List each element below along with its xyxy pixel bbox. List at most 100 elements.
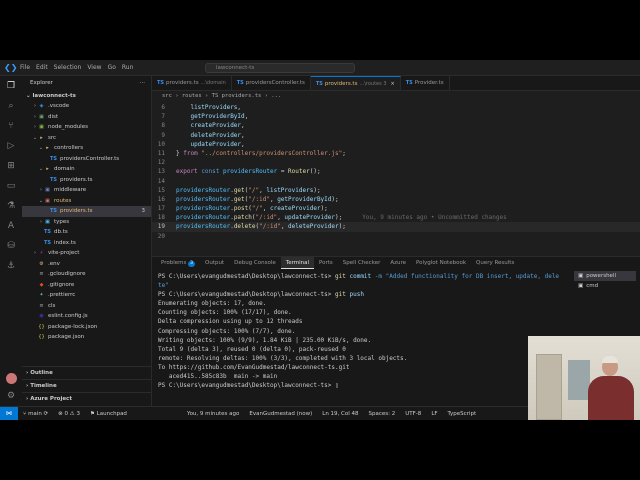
- code-line: 11} from "../controllers/providersContro…: [152, 149, 640, 158]
- tree-item-label: .prettierrc: [48, 292, 76, 298]
- panel-tab-problems[interactable]: Problems 3: [156, 257, 200, 269]
- eol-status[interactable]: LF: [426, 411, 442, 417]
- terminal-output[interactable]: PS C:\Users\evangudmestad\Desktop\lawcon…: [158, 272, 574, 402]
- tree-file[interactable]: TS providersController.ts: [22, 154, 151, 165]
- account-avatar[interactable]: [5, 373, 17, 384]
- live-share-status[interactable]: EvanGudmestad (now): [244, 411, 317, 417]
- language-status[interactable]: TypeScript: [443, 411, 482, 417]
- menu-item-edit[interactable]: Edit: [36, 64, 48, 71]
- timeline-section[interactable]: › Timeline: [22, 379, 151, 392]
- tree-folder[interactable]: › ▣ middleware: [22, 185, 151, 196]
- tree-folder[interactable]: ⌄ ▸ controllers: [22, 143, 151, 154]
- search-icon[interactable]: ⌕: [5, 100, 17, 112]
- menu-item-view[interactable]: View: [87, 64, 101, 71]
- launchpad-status[interactable]: ⚑ Launchpad: [85, 411, 132, 417]
- webcam-door: [536, 354, 562, 420]
- more-actions-icon[interactable]: ···: [140, 76, 145, 91]
- mw-icon: ▣: [45, 187, 50, 193]
- close-tab-icon[interactable]: ×: [391, 77, 395, 91]
- tree-folder[interactable]: ⌄ ▸ src: [22, 133, 151, 144]
- panel-tab-output[interactable]: Output: [200, 257, 229, 269]
- line-number: 15: [157, 186, 165, 194]
- explorer-icon[interactable]: ❐: [5, 80, 17, 92]
- tree-file[interactable]: ◆ .gitignore: [22, 280, 151, 291]
- code-text: deleteProvider,: [190, 131, 245, 139]
- tree-file[interactable]: ≡ .gcloudignore: [22, 269, 151, 280]
- tree-file[interactable]: ⚙ .env: [22, 259, 151, 270]
- eslint-icon: ◉: [39, 313, 44, 319]
- terminal-instance-label: powershell: [586, 273, 616, 279]
- tree-file[interactable]: TS index.ts: [22, 238, 151, 249]
- tree-folder[interactable]: ⌄ ▸ domain: [22, 164, 151, 175]
- tree-folder[interactable]: › ▣ types: [22, 217, 151, 228]
- tree-folder[interactable]: › ▣ node_modules: [22, 122, 151, 133]
- breadcrumb[interactable]: src › routes › TS providers.ts › ...: [152, 91, 640, 101]
- command-center-search[interactable]: lawconnect-ts: [205, 63, 355, 73]
- panel-tab-ports[interactable]: Ports: [314, 257, 338, 269]
- problem-count-badge: 3: [141, 208, 146, 214]
- tree-file[interactable]: ≡ cls: [22, 301, 151, 312]
- tree-folder[interactable]: › ◈ .vscode: [22, 101, 151, 112]
- tree-item-label: .env: [48, 260, 60, 267]
- tree-file[interactable]: {} package-lock.json: [22, 322, 151, 333]
- explorer-title: Explorer: [30, 80, 53, 86]
- remote-indicator-icon[interactable]: ⋈: [0, 406, 18, 420]
- tree-folder[interactable]: › ▣ dist: [22, 112, 151, 123]
- tree-file[interactable]: TS providers.ts 3: [22, 206, 151, 217]
- panel-tab-query-results[interactable]: Query Results: [471, 257, 519, 269]
- branch-status[interactable]: ⑂ main ⟳: [18, 411, 53, 417]
- tree-file[interactable]: TS providers.ts: [22, 175, 151, 186]
- panel-tab-polyglot-notebook[interactable]: Polyglot Notebook: [411, 257, 471, 269]
- code-line: 7 getProviderById,: [152, 112, 640, 121]
- azure-project-label: Azure Project: [30, 396, 72, 402]
- problems-status[interactable]: ⊗ 0 ⚠ 3: [53, 411, 85, 417]
- tree-folder[interactable]: ⌄ ▣ routes: [22, 196, 151, 207]
- outline-section[interactable]: › Outline: [22, 366, 151, 379]
- cursor-position[interactable]: Ln 19, Col 48: [317, 411, 363, 417]
- panel-tab-terminal[interactable]: Terminal: [280, 257, 315, 269]
- pret-icon: ✦: [39, 292, 44, 298]
- code-text: getProviderById,: [190, 113, 249, 121]
- encoding-status[interactable]: UTF-8: [400, 411, 426, 417]
- testing-icon[interactable]: ⚗: [5, 200, 17, 212]
- typescript-file-icon: TS: [315, 80, 323, 87]
- activity-bar: ❐ ⌕ ⑂ ▷ ⊞ ▭ ⚗ A ⛁ ⚓ ⚙: [0, 76, 22, 406]
- terminal-instance-cmd[interactable]: ▣ cmd: [574, 281, 636, 291]
- line-number: 11: [157, 149, 165, 157]
- tree-file[interactable]: ✦ .prettierrc: [22, 290, 151, 301]
- indentation-status[interactable]: Spaces: 2: [364, 411, 401, 417]
- workspace-root[interactable]: ⌄ lawconnect-ts: [22, 91, 151, 101]
- terminal-instance-powershell[interactable]: ▣ powershell: [574, 271, 636, 281]
- editor-tab[interactable]: TS providers.ts ...\domain: [152, 76, 232, 90]
- source-control-icon[interactable]: ⑂: [5, 120, 17, 132]
- code-editor[interactable]: 6 listProviders, 7 getProviderById, 8 crea…: [152, 103, 640, 240]
- panel-tab-azure[interactable]: Azure: [385, 257, 411, 269]
- line-number: 12: [157, 159, 165, 167]
- menu-item-selection[interactable]: Selection: [54, 64, 82, 71]
- tree-file[interactable]: {} package.json: [22, 332, 151, 343]
- run-debug-icon[interactable]: ▷: [5, 140, 17, 152]
- settings-gear-icon[interactable]: ⚙: [5, 390, 17, 402]
- azure-project-section[interactable]: › Azure Project: [22, 392, 151, 405]
- blame-status[interactable]: You, 9 minutes ago: [182, 411, 244, 417]
- editor-tab[interactable]: TS providers.ts ...\routes 3 ×: [310, 76, 401, 91]
- database-icon[interactable]: ⛁: [5, 240, 17, 252]
- tree-item-label: types: [54, 218, 70, 225]
- azure-icon[interactable]: A: [5, 220, 17, 232]
- menu-item-run[interactable]: Run: [122, 64, 134, 71]
- remote-explorer-icon[interactable]: ▭: [5, 180, 17, 192]
- extensions-icon[interactable]: ⊞: [5, 160, 17, 172]
- tree-folder[interactable]: › ⚡ vite-project: [22, 248, 151, 259]
- editor-tab[interactable]: TS providersController.ts: [232, 76, 311, 90]
- tree-file[interactable]: TS db.ts: [22, 227, 151, 238]
- tree-item-label: node_modules: [48, 124, 88, 130]
- tree-item-label: cls: [48, 302, 56, 309]
- docker-icon[interactable]: ⚓: [5, 260, 17, 272]
- tree-file[interactable]: ◉ eslint.config.js: [22, 311, 151, 322]
- panel-tab-spell-checker[interactable]: Spell Checker: [338, 257, 386, 269]
- menu-item-go[interactable]: Go: [108, 64, 116, 71]
- editor-tab[interactable]: TS Provider.ts: [401, 76, 450, 90]
- explorer-sidebar: Explorer ··· ⌄ lawconnect-ts › ◈ .vscode › ▣…: [22, 76, 152, 406]
- panel-tab-debug-console[interactable]: Debug Console: [229, 257, 281, 269]
- menu-item-file[interactable]: File: [20, 64, 30, 71]
